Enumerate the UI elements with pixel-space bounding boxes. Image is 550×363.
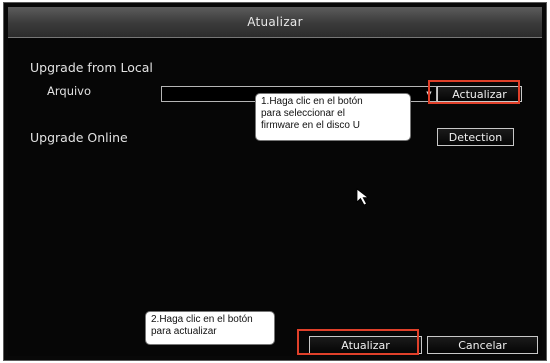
file-label: Arquivo — [47, 84, 92, 98]
callout-2-line-1: 2.Haga clic en el botón — [151, 314, 253, 325]
mouse-cursor-icon — [356, 188, 370, 206]
dialog-title: Atualizar — [247, 15, 303, 29]
online-section-label: Upgrade Online — [30, 130, 128, 145]
callout-1-line-3: firmware en el disco U — [261, 120, 360, 131]
callout-step-2: 2.Haga clic en el botón para actualizar — [145, 311, 275, 345]
dialog-titlebar: Atualizar — [8, 7, 542, 38]
upgrade-dialog: Atualizar Upgrade from Local Arquivo ▼ A… — [3, 2, 547, 361]
highlight-box-local-update — [428, 80, 520, 104]
callout-step-1: 1.Haga clic en el botón para seleccionar… — [255, 93, 411, 141]
highlight-box-atualizar — [297, 329, 419, 355]
cancel-button[interactable]: Cancelar — [427, 336, 538, 354]
local-section-label: Upgrade from Local — [30, 60, 153, 75]
detection-button[interactable]: Detection — [437, 128, 514, 146]
callout-1-line-2: para seleccionar el — [261, 108, 345, 119]
callout-2-line-2: para actualizar — [151, 326, 217, 337]
callout-1-line-1: 1.Haga clic en el botón — [261, 96, 363, 107]
